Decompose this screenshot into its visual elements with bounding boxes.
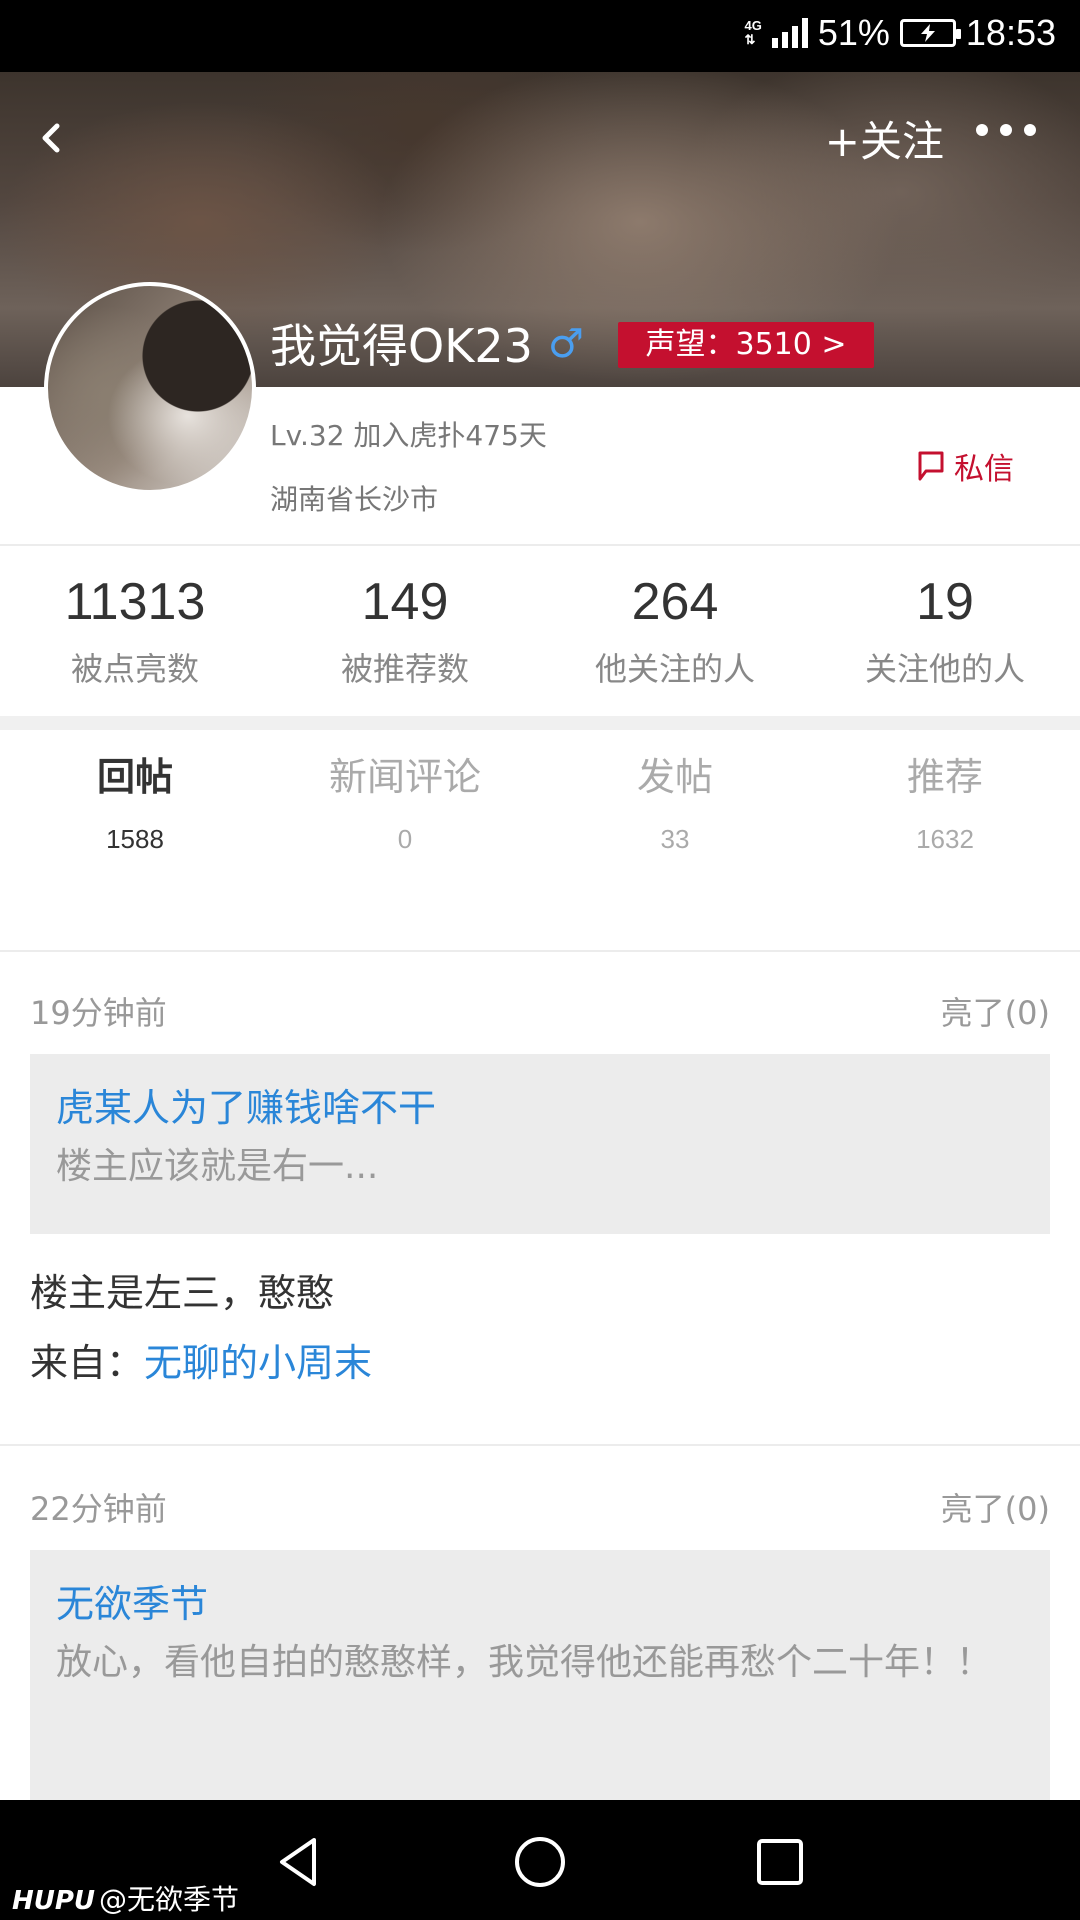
network-indicator: 4G ⇅	[745, 19, 762, 47]
stats-row: 11313 被点亮数 149 被推荐数 264 他关注的人 19 关注他的人	[0, 548, 1080, 716]
nav-recents-icon[interactable]	[750, 1832, 810, 1892]
post-body: 楼主是左三，憨憨 来自：无聊的小周末	[30, 1258, 1050, 1398]
more-options-icon[interactable]	[976, 124, 1036, 136]
tab-count: 0	[397, 824, 413, 854]
private-message-button[interactable]: 私信	[914, 444, 1014, 488]
stat-following[interactable]: 264 他关注的人	[540, 548, 810, 716]
stat-followers[interactable]: 19 关注他的人	[810, 548, 1080, 716]
back-button[interactable]	[30, 116, 74, 160]
quote-title[interactable]: 虎某人为了赚钱啥不干	[56, 1080, 1024, 1136]
signal-icon	[771, 18, 808, 48]
divider	[0, 1444, 1080, 1446]
tab-label: 推荐	[906, 755, 983, 799]
nav-back-icon[interactable]	[270, 1832, 330, 1892]
battery-icon	[899, 19, 961, 47]
quote-text: 楼主应该就是右一...	[56, 1146, 379, 1187]
follow-button[interactable]: +关注	[825, 116, 944, 168]
tab-replies[interactable]: 回帖 1588	[0, 752, 270, 872]
status-bar: 4G ⇅ 51% 18:53	[0, 0, 1080, 72]
post-content: 楼主是左三，憨憨	[30, 1271, 335, 1315]
tab-recommend[interactable]: 推荐 1632	[810, 752, 1080, 872]
tab-count: 1588	[106, 824, 164, 854]
stat-value: 149	[361, 573, 449, 631]
stat-value: 264	[631, 573, 719, 631]
level-info: Lv.32 加入虎扑475天	[270, 419, 547, 452]
tab-count: 33	[660, 824, 690, 854]
stat-label: 被点亮数	[70, 650, 199, 688]
quoted-post[interactable]: 无欲季节 放心，看他自拍的憨憨样，我觉得他还能再愁个二十年！！	[30, 1550, 1050, 1800]
quoted-post[interactable]: 虎某人为了赚钱啥不干 楼主应该就是右一...	[30, 1054, 1050, 1234]
stat-recommended[interactable]: 149 被推荐数	[270, 548, 540, 716]
post-likes[interactable]: 亮了(0)	[941, 988, 1050, 1032]
section-divider	[0, 716, 1080, 730]
divider	[0, 950, 1080, 952]
post-meta: 19分钟前 亮了(0)	[30, 988, 1050, 1032]
tab-bar: 回帖 1588 新闻评论 0 发帖 33 推荐 1632	[0, 752, 1080, 872]
tab-news-comments[interactable]: 新闻评论 0	[270, 752, 540, 872]
source-link[interactable]: 无聊的小周末	[144, 1341, 372, 1385]
nav-home-icon[interactable]	[510, 1832, 570, 1892]
data-arrows-icon: ⇅	[744, 32, 756, 47]
reputation-button[interactable]: 声望：3510 >	[618, 322, 874, 368]
tab-label: 回帖	[96, 755, 173, 799]
post-time: 22分钟前	[30, 1490, 167, 1528]
charging-bolt-icon	[920, 24, 935, 42]
username: 我觉得OK23	[270, 319, 533, 373]
watermark-brand: HUPU	[12, 1886, 96, 1916]
profile-page: 4G ⇅ 51% 18:53 +关注 我觉得OK23 ♂ 声望：3510 > L…	[0, 0, 1080, 1920]
stat-lights[interactable]: 11313 被点亮数	[0, 548, 270, 716]
location: 湖南省长沙市	[270, 483, 439, 516]
stat-label: 他关注的人	[594, 650, 755, 688]
post-meta: 22分钟前 亮了(0)	[30, 1484, 1050, 1528]
stat-value: 11313	[64, 573, 206, 631]
tab-count: 1632	[916, 824, 974, 854]
source-prefix: 来自：	[30, 1341, 145, 1385]
message-flag-icon	[918, 451, 944, 481]
divider	[0, 544, 1080, 546]
male-gender-icon: ♂	[548, 321, 584, 367]
tab-posts[interactable]: 发帖 33	[540, 752, 810, 872]
stat-value: 19	[916, 573, 974, 631]
post-source: 来自：无聊的小周末	[30, 1328, 1050, 1398]
watermark-handle: @无欲季节	[99, 1883, 240, 1916]
status-indicators: 4G ⇅ 51% 18:53	[745, 12, 1057, 54]
stat-label: 被推荐数	[340, 650, 469, 688]
quote-title[interactable]: 无欲季节	[56, 1576, 1024, 1632]
clock: 18:53	[965, 12, 1056, 53]
battery-percent: 51%	[817, 12, 890, 53]
chevron-left-icon	[42, 123, 60, 153]
post-likes[interactable]: 亮了(0)	[941, 1484, 1050, 1528]
avatar[interactable]	[44, 282, 256, 494]
watermark: HUPU @无欲季节	[12, 1878, 239, 1918]
quote-text: 放心，看他自拍的憨憨样，我觉得他还能再愁个二十年！！	[56, 1642, 993, 1683]
post-time: 19分钟前	[30, 994, 167, 1032]
private-message-label: 私信	[954, 452, 1014, 487]
stat-label: 关注他的人	[864, 650, 1025, 688]
tab-label: 发帖	[636, 755, 713, 799]
network-type: 4G	[744, 18, 762, 33]
tab-label: 新闻评论	[328, 755, 481, 799]
